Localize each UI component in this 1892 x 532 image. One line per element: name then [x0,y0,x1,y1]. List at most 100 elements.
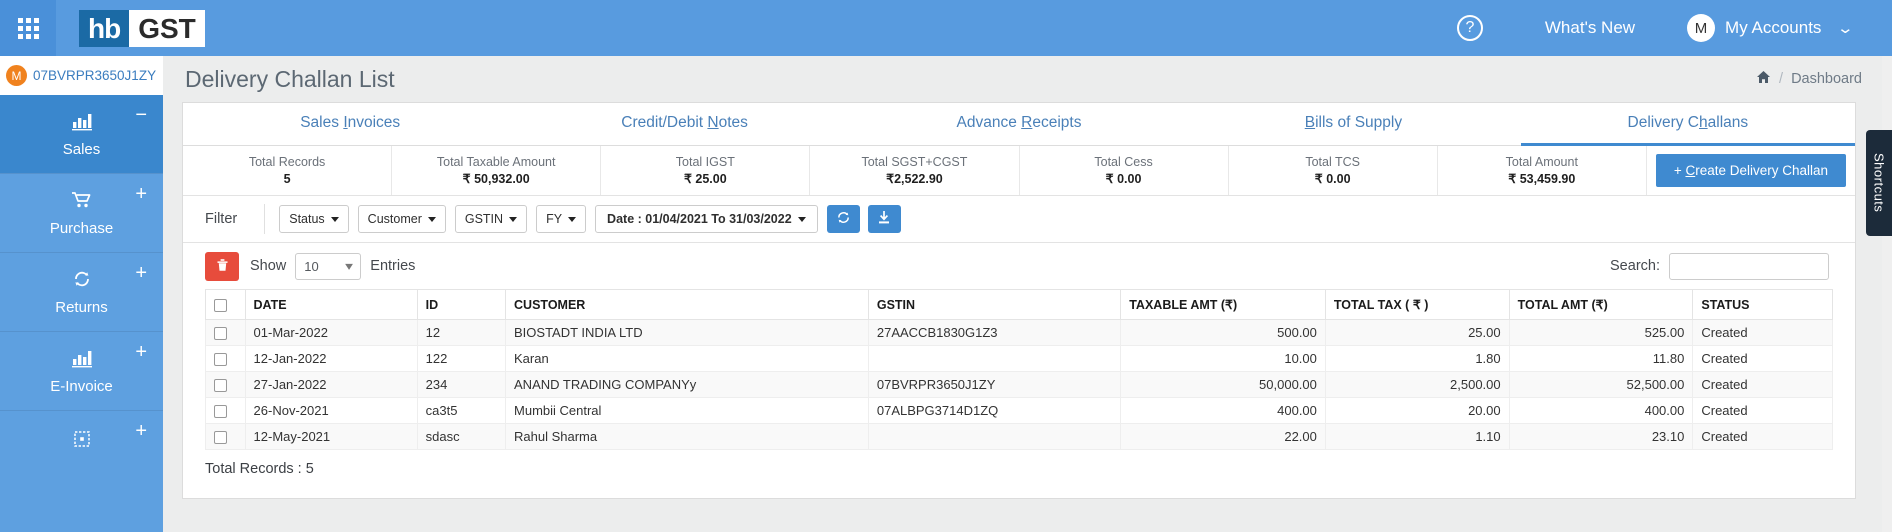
refresh-button[interactable] [826,205,860,233]
breadcrumb-separator: / [1779,71,1784,87]
filter-divider [264,204,266,234]
caret-down-icon [330,216,339,222]
column-header-total-tax[interactable]: TOTAL TAX ( ₹ ) [1324,289,1510,320]
my-accounts-menu[interactable]: M My Accounts ⌄ [1687,14,1855,42]
cell-gstin: 07BVRPR3650J1ZY [867,371,1122,399]
row-select-cell [205,423,246,451]
row-checkbox[interactable] [214,379,227,393]
table-row[interactable]: 12-Jan-2022 122 Karan 10.00 1.80 11.80 C… [205,345,1833,373]
sidebar-expand-toggle-e-invoice[interactable]: + [135,342,147,362]
cart-icon [70,190,94,215]
help-icon[interactable]: ? [1456,15,1483,41]
tab-label-bills-of-supply: Bills of Supply [1304,114,1403,131]
stat-label: Total SGST+CGST [861,154,968,169]
row-checkbox[interactable] [214,431,227,445]
table-row[interactable]: 27-Jan-2022 234 ANAND TRADING COMPANYy 0… [205,371,1833,399]
table-row[interactable]: 01-Mar-2022 12 BIOSTADT INDIA LTD 27AACC… [205,318,1833,347]
column-header-gstin[interactable]: GSTIN [867,289,1122,320]
cell-total-tax: 2,500.00 [1324,371,1510,399]
summary-stats-bar: Total Records 5 Total Taxable Amount ₹ 5… [183,146,1855,196]
home-icon[interactable] [1756,70,1771,88]
page-size-select[interactable]: 10 ▾ [295,252,362,280]
stat-label: Total Amount [1505,154,1578,169]
create-delivery-challan-button[interactable]: + Create Delivery Challan [1655,154,1847,187]
cell-taxable-amt: 50,000.00 [1120,371,1326,399]
column-header-customer[interactable]: CUSTOMER [505,289,869,320]
sidebar-collapse-toggle-sales[interactable]: − [135,105,147,125]
filter-bar: Filter Status Customer GSTIN FY Date : 0… [183,196,1855,243]
sidebar-item-reports[interactable]: + [0,411,163,471]
table-row[interactable]: 12-May-2021 sdasc Rahul Sharma 22.00 1.1… [205,423,1833,451]
row-checkbox[interactable] [214,405,227,419]
sidebar-item-purchase[interactable]: + Purchase [0,174,163,253]
caret-down-icon [509,216,518,222]
stat-total-taxable-amount: Total Taxable Amount ₹ 50,932.00 [392,146,602,195]
stat-value: ₹ 25.00 [683,171,727,186]
shortcuts-panel-toggle[interactable]: Shortcuts [1866,130,1892,236]
tab-bills-of-supply[interactable]: Bills of Supply [1186,103,1520,146]
cell-total-tax: 1.80 [1324,345,1510,373]
tab-sales-invoices[interactable]: Sales Invoices [183,103,517,146]
row-checkbox[interactable] [214,327,227,341]
apps-menu-button[interactable] [0,0,56,56]
filter-date-range-label: Date : 01/04/2021 To 31/03/2022 [607,212,792,226]
column-header-date[interactable]: DATE [244,289,418,320]
cell-total-tax: 25.00 [1324,318,1510,347]
whats-new-link[interactable]: What's New [1545,18,1635,38]
filter-status-label: Status [289,212,325,226]
show-label: Show [250,258,287,274]
column-header-id[interactable]: ID [416,289,507,320]
row-checkbox[interactable] [214,353,227,367]
grid-icon [71,429,93,454]
sidebar-item-e-invoice[interactable]: + E-Invoice [0,332,163,411]
cell-id: 122 [416,345,507,373]
breadcrumb: / Dashboard [1756,70,1892,88]
filter-date-range-dropdown[interactable]: Date : 01/04/2021 To 31/03/2022 [595,205,818,233]
sidebar-expand-toggle-reports[interactable]: + [135,421,147,441]
filter-gstin-dropdown[interactable]: GSTIN [454,205,528,233]
page-size-value: 10 [304,258,319,274]
sidebar-expand-toggle-purchase[interactable]: + [135,184,147,204]
search-input[interactable] [1669,252,1829,280]
sidebar-item-sales[interactable]: − Sales [0,95,163,174]
tab-delivery-challans[interactable]: Delivery Challans [1520,103,1856,146]
app-logo[interactable]: hb GST [79,9,205,47]
sidebar-expand-toggle-returns[interactable]: + [135,263,147,283]
sidebar-item-returns[interactable]: + Returns [0,253,163,332]
delete-selected-button[interactable] [205,251,239,281]
sidebar-gstin-selector[interactable]: M 07BVRPR3650J1ZY [0,56,163,95]
cell-taxable-amt: 22.00 [1120,423,1326,451]
tab-label-credit-debit-notes: Credit/Debit Notes [621,114,748,131]
cell-id: sdasc [416,423,507,451]
cell-total-amt: 52,500.00 [1508,371,1694,399]
download-button[interactable] [867,205,901,233]
tab-advance-receipts[interactable]: Advance Receipts [852,103,1186,146]
sidebar-item-label-returns: Returns [55,298,108,316]
chevron-down-icon: ▾ [345,259,354,273]
tab-label-sales-invoices: Sales Invoices [300,114,401,131]
cell-status: Created [1692,371,1833,399]
breadcrumb-dashboard-link[interactable]: Dashboard [1791,71,1862,87]
row-select-cell [205,318,246,347]
filter-fy-dropdown[interactable]: FY [536,205,587,233]
stat-total-cess: Total Cess ₹ 0.00 [1020,146,1229,195]
page-scrollbar[interactable] [1882,56,1892,532]
select-all-checkbox[interactable] [214,298,227,312]
filter-customer-dropdown[interactable]: Customer [357,205,446,233]
cell-id: 12 [416,318,507,347]
stat-total-records: Total Records 5 [183,146,393,195]
trash-icon [216,258,229,275]
tab-credit-debit-notes[interactable]: Credit/Debit Notes [517,103,851,146]
cell-id: ca3t5 [416,397,507,425]
column-header-status[interactable]: STATUS [1692,289,1833,320]
cell-gstin: 07ALBPG3714D1ZQ [867,397,1122,425]
sidebar-gstin-label: 07BVRPR3650J1ZY [33,68,157,83]
filter-status-dropdown[interactable]: Status [279,205,349,233]
stat-value: ₹ 53,459.90 [1508,171,1576,186]
table-row[interactable]: 26-Nov-2021 ca3t5 Mumbii Central 07ALBPG… [205,397,1833,425]
create-action-cell: + Create Delivery Challan [1647,146,1855,195]
apps-grid-icon [17,17,39,39]
column-header-taxable-amt[interactable]: TAXABLE AMT (₹) [1120,289,1326,320]
stat-value: ₹ 0.00 [1105,171,1142,186]
column-header-total-amt[interactable]: TOTAL AMT (₹) [1508,289,1694,320]
